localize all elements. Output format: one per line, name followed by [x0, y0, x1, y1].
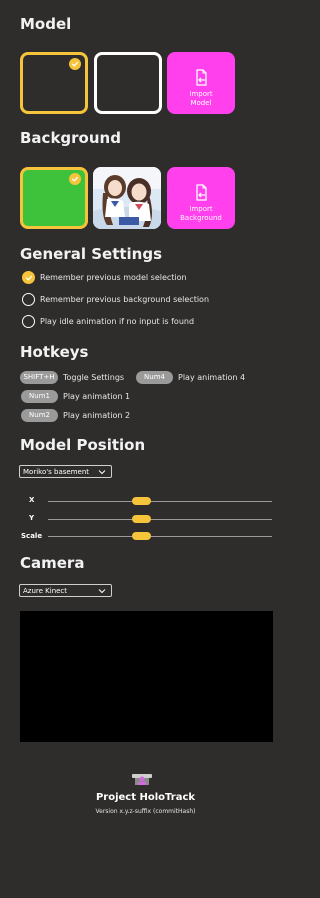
hotkey-action: Toggle Settings: [63, 373, 125, 382]
check-icon: [69, 173, 81, 185]
import-model-button[interactable]: Import Model: [167, 52, 235, 114]
background-heading: Background: [20, 129, 121, 147]
hotkey-toggle-settings: SHIFT+H Toggle Settings: [20, 371, 124, 384]
key-pill: Num2: [21, 409, 58, 422]
slider-x-track[interactable]: [48, 501, 272, 502]
option-label: Remember previous model selection: [40, 273, 187, 282]
hotkey-action: Play animation 4: [178, 373, 246, 382]
hotkeys-heading: Hotkeys: [20, 343, 89, 361]
option-label: Remember previous background selection: [40, 295, 210, 304]
holotrack-logo-icon: [132, 774, 152, 785]
position-preset-dropdown[interactable]: Moriko's basement: [19, 465, 112, 478]
app-title: Project HoloTrack: [95, 792, 196, 803]
camera-device-dropdown[interactable]: Azure Kinect: [19, 584, 112, 597]
unchecked-radio-icon[interactable]: [22, 315, 35, 328]
hotkey-animation-1: Num1 Play animation 1: [21, 390, 130, 403]
slider-x-label: X: [29, 496, 35, 504]
check-icon: [69, 58, 81, 70]
model-heading: Model: [20, 15, 72, 33]
app-version: Version x.y.z-suffix (commitHash): [95, 808, 196, 815]
slider-y-label: Y: [29, 514, 35, 522]
anime-characters-image: [93, 167, 161, 229]
option-remember-model[interactable]: Remember previous model selection: [22, 271, 187, 284]
background-tile-anime-image[interactable]: [93, 167, 161, 229]
slider-scale-knob[interactable]: [132, 532, 152, 540]
import-background-button[interactable]: Import Background: [167, 167, 235, 229]
chevron-down-icon: [98, 589, 106, 594]
key-pill: Num1: [21, 390, 58, 403]
chevron-down-icon: [98, 470, 106, 475]
slider-scale-track[interactable]: [48, 536, 272, 537]
hotkey-action: Play animation 1: [63, 392, 131, 401]
hotkey-action: Play animation 2: [63, 411, 131, 420]
model-tile-2[interactable]: [94, 52, 162, 114]
slider-x-knob[interactable]: [132, 497, 152, 505]
camera-heading: Camera: [20, 554, 85, 572]
option-label: Play idle animation if no input is found: [40, 317, 195, 326]
option-idle-animation[interactable]: Play idle animation if no input is found: [22, 315, 194, 328]
camera-preview: [20, 611, 273, 742]
model-position-heading: Model Position: [20, 436, 146, 454]
slider-y-knob[interactable]: [132, 515, 152, 523]
import-model-label: Import Model: [189, 90, 213, 107]
slider-y-track[interactable]: [48, 519, 272, 520]
general-settings-heading: General Settings: [20, 245, 163, 263]
import-background-label: Import Background: [180, 205, 222, 222]
unchecked-radio-icon[interactable]: [22, 293, 35, 306]
background-tile-green[interactable]: [20, 167, 88, 229]
slider-scale-label: Scale: [21, 532, 43, 540]
import-file-icon: [195, 184, 207, 201]
import-file-icon: [195, 69, 207, 86]
position-preset-value: Moriko's basement: [23, 467, 90, 476]
checked-radio-icon[interactable]: [22, 271, 35, 284]
hotkey-animation-4: Num4 Play animation 4: [136, 371, 245, 384]
option-remember-background[interactable]: Remember previous background selection: [22, 293, 209, 306]
camera-device-value: Azure Kinect: [23, 586, 68, 595]
hotkey-animation-2: Num2 Play animation 2: [21, 409, 130, 422]
model-tile-1[interactable]: [20, 52, 88, 114]
key-pill: SHIFT+H: [20, 371, 58, 384]
key-pill: Num4: [136, 371, 173, 384]
